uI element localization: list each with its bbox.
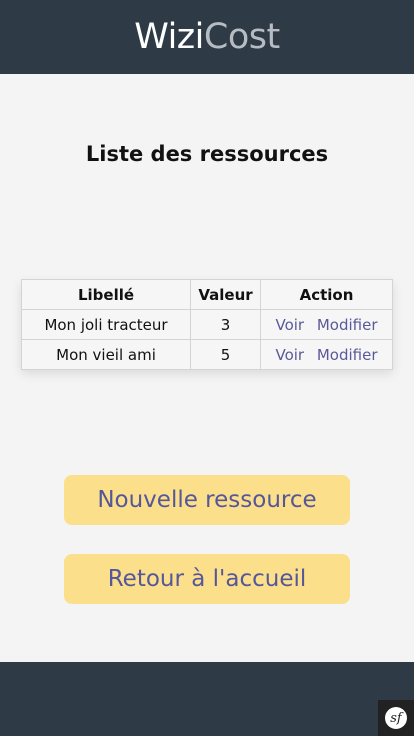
symfony-toolbar-badge[interactable]: sf (378, 700, 414, 736)
resource-label: Mon joli tracteur (21, 309, 191, 340)
brand-wizi: Wizi (134, 16, 204, 57)
resource-actions: Voir Modifier (260, 339, 393, 370)
resource-label: Mon vieil ami (21, 339, 191, 370)
brand-cost: Cost (203, 16, 280, 57)
view-link[interactable]: Voir (275, 346, 304, 364)
table-header-row: Libellé Valeur Action (21, 279, 393, 310)
app-footer: sf (0, 662, 414, 736)
app-header: WiziCost (0, 0, 414, 74)
symfony-icon: sf (385, 707, 407, 729)
resources-table: Libellé Valeur Action Mon joli tracteur … (21, 279, 393, 370)
column-header-label: Libellé (21, 279, 191, 310)
new-resource-button[interactable]: Nouvelle ressource (64, 475, 350, 525)
app-logo[interactable]: WiziCost (134, 16, 280, 57)
edit-link[interactable]: Modifier (317, 346, 378, 364)
view-link[interactable]: Voir (275, 316, 304, 334)
resource-value: 5 (190, 339, 261, 370)
resource-value: 3 (190, 309, 261, 340)
main-content: Liste des ressources Libellé Valeur Acti… (0, 74, 414, 662)
resource-actions: Voir Modifier (260, 309, 393, 340)
table-row: Mon vieil ami 5 Voir Modifier (21, 339, 393, 370)
page-title: Liste des ressources (85, 142, 329, 166)
column-header-action: Action (260, 279, 393, 310)
back-home-button[interactable]: Retour à l'accueil (64, 554, 350, 604)
edit-link[interactable]: Modifier (317, 316, 378, 334)
table-row: Mon joli tracteur 3 Voir Modifier (21, 309, 393, 340)
column-header-value: Valeur (190, 279, 261, 310)
